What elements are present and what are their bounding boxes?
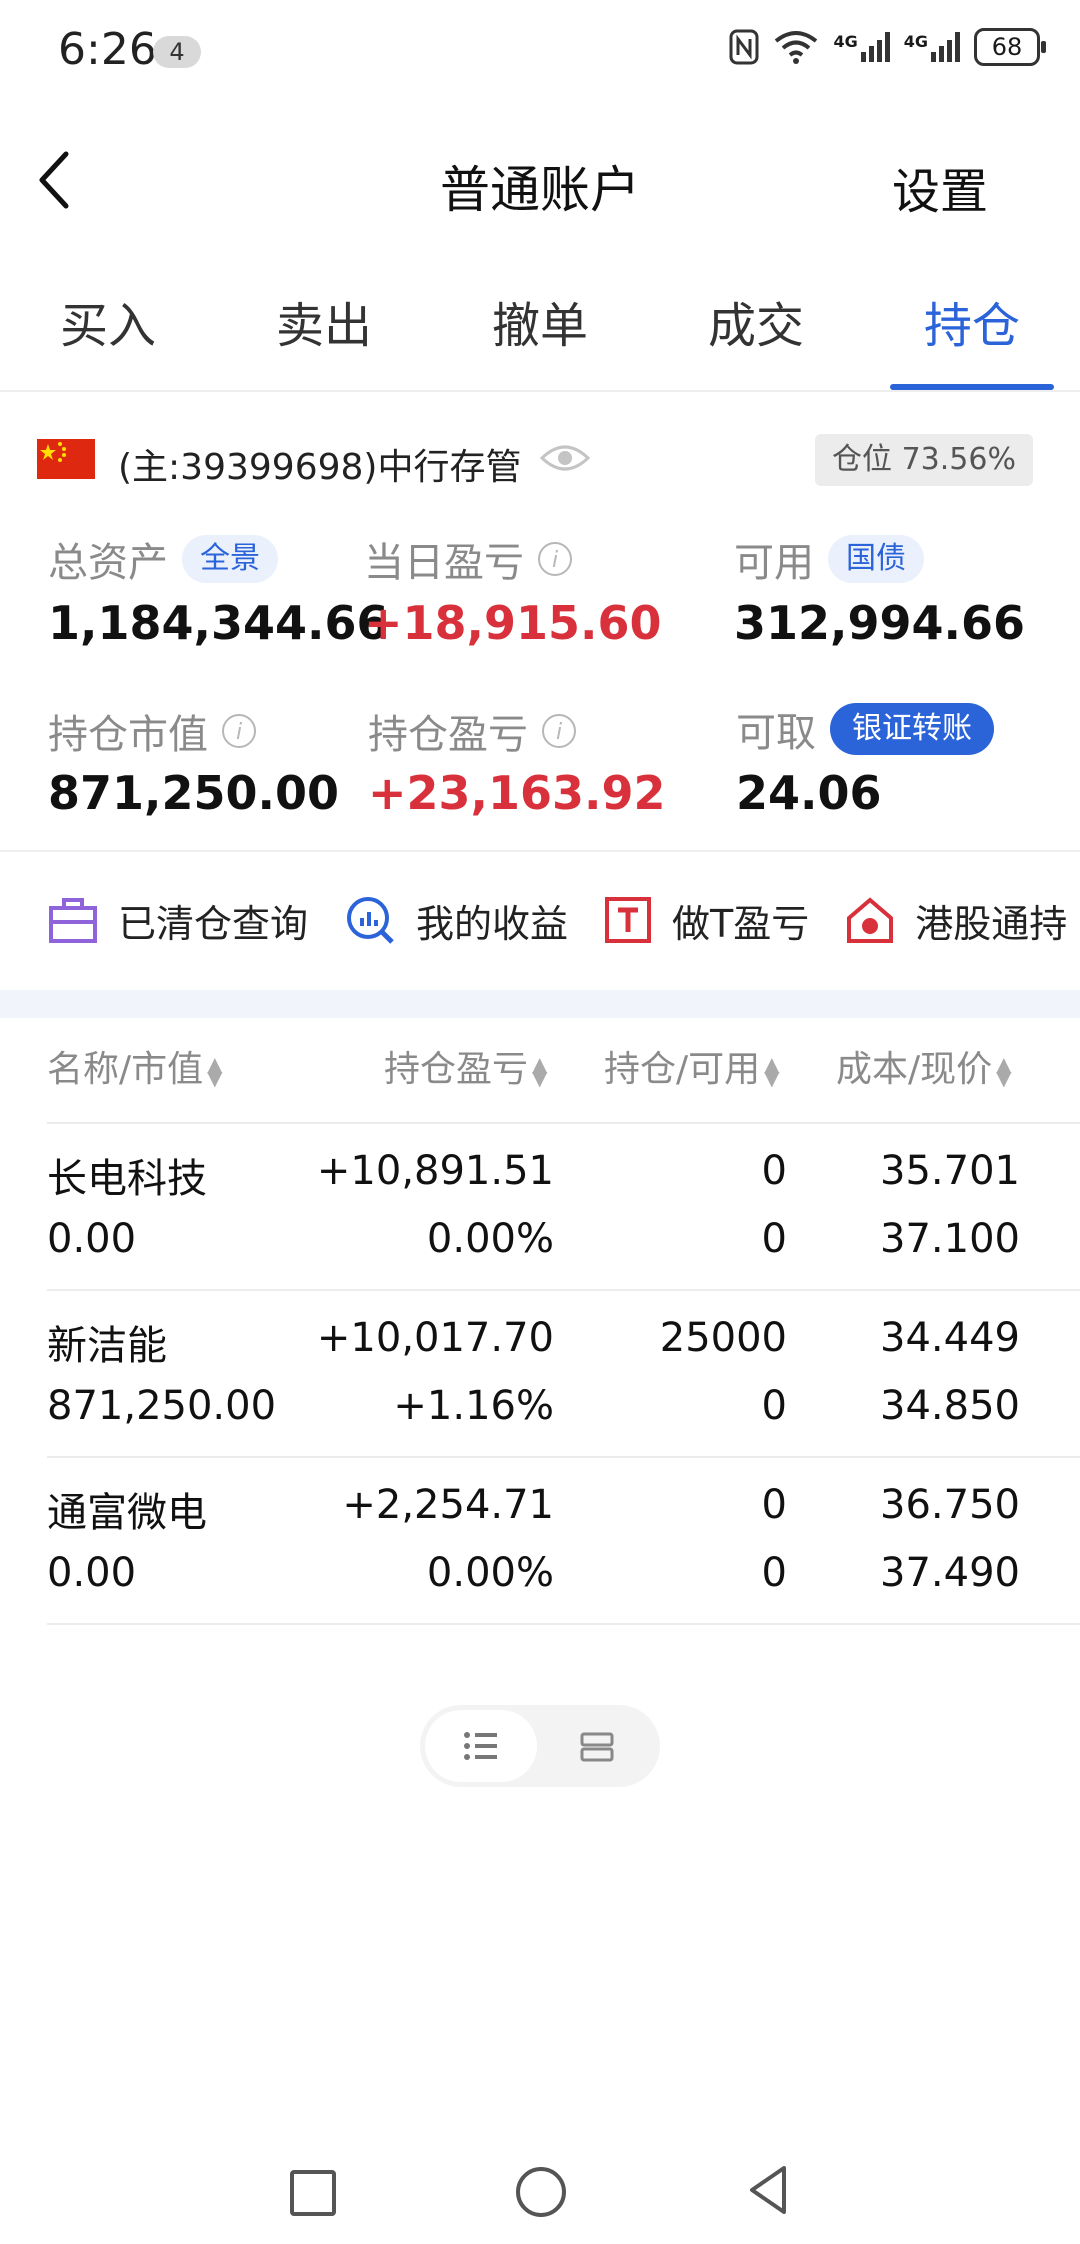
recent-apps-button[interactable] (290, 2170, 336, 2216)
list-icon (464, 1732, 497, 1760)
hk-flower-icon (847, 897, 894, 943)
chart-search-icon (347, 897, 394, 944)
column-header-holdings[interactable]: 持仓/可用 ▲ ▼ (604, 1040, 780, 1092)
info-icon[interactable]: i (542, 714, 576, 748)
briefcase-icon (49, 898, 97, 943)
withdrawable-value: 24.06 (736, 766, 882, 820)
china-flag-icon (37, 439, 95, 479)
sort-icon: ▲ ▼ (207, 1052, 223, 1090)
tab-deals[interactable]: 成交 (648, 290, 864, 390)
holding-pnl-label: 持仓盈亏 i (368, 702, 576, 760)
tab-buy[interactable]: 买入 (0, 290, 216, 390)
holding-pnl-percent: 0.00% (426, 1216, 554, 1262)
overview-button[interactable]: 全景 (182, 535, 278, 583)
market-value-value: 871,250.00 (48, 766, 340, 820)
table-row[interactable]: 长电科技 0.00 +10,891.51 0.00% 0 0 35.701 37… (0, 1124, 1080, 1290)
total-assets-label: 总资产 全景 (48, 530, 278, 588)
cost-price: 36.750 (880, 1482, 1020, 1528)
daily-pnl-label: 当日盈亏 i (364, 530, 572, 588)
table-row[interactable]: 通富微电 0.00 +2,254.71 0.00% 0 0 36.750 37.… (0, 1458, 1080, 1624)
tab-positions[interactable]: 持仓 (864, 290, 1080, 390)
cost-price: 35.701 (880, 1148, 1020, 1194)
available-value: 312,994.66 (734, 596, 1026, 650)
column-header-pnl[interactable]: 持仓盈亏 ▲ ▼ (384, 1040, 547, 1092)
available-qty: 0 (761, 1216, 787, 1262)
holding-pnl: +10,017.70 (316, 1315, 554, 1361)
market-value-label: 持仓市值 i (48, 702, 256, 760)
signal-2-icon: 4G (904, 32, 960, 62)
battery-icon: 68 (974, 28, 1046, 66)
info-icon[interactable]: i (222, 714, 256, 748)
list-view-button[interactable] (425, 1710, 537, 1782)
column-header-cost-price[interactable]: 成本/现价 ▲ ▼ (836, 1040, 1012, 1092)
column-header-name[interactable]: 名称/市值 ▲ ▼ (47, 1040, 223, 1092)
day-trade-pnl-link[interactable]: 做T盈亏 (604, 880, 809, 960)
card-view-button[interactable] (573, 1725, 629, 1769)
wifi-icon (775, 31, 818, 64)
current-price: 34.850 (880, 1383, 1020, 1429)
available-label: 可用 国债 (734, 530, 924, 588)
home-button[interactable] (516, 2167, 566, 2217)
holding-qty: 0 (761, 1482, 787, 1528)
total-assets-value: 1,184,344.66 (48, 596, 389, 650)
holding-pnl: +10,891.51 (316, 1148, 554, 1194)
market-value: 0.00 (47, 1550, 137, 1596)
sort-icon: ▲ ▼ (764, 1052, 780, 1090)
divider (0, 390, 1080, 392)
holding-pnl-value: +23,163.92 (368, 766, 666, 820)
holding-pnl: +2,254.71 (342, 1482, 554, 1528)
available-qty: 0 (761, 1383, 787, 1429)
cost-price: 34.449 (880, 1315, 1020, 1361)
holding-pnl-percent: +1.16% (393, 1383, 554, 1429)
tab-sell[interactable]: 卖出 (216, 290, 432, 390)
signal-1-icon: 4G (833, 32, 890, 62)
current-price: 37.100 (880, 1216, 1020, 1262)
divider (0, 850, 1080, 852)
quick-links: 已清仓查询 我的收益 做T盈亏 港股通持 (0, 880, 1080, 960)
bank-transfer-button[interactable]: 银证转账 (830, 703, 994, 755)
row-divider (47, 1623, 1080, 1625)
daily-pnl-value: +18,915.60 (364, 596, 662, 650)
notification-count-badge: 4 (153, 36, 201, 68)
position-ratio-badge: 仓位 73.56% (815, 434, 1033, 486)
my-earnings-link[interactable]: 我的收益 (344, 880, 568, 960)
table-row[interactable]: 新洁能 871,250.00 +10,017.70 +1.16% 25000 0… (0, 1291, 1080, 1457)
card-view-icon (580, 1732, 614, 1762)
account-label: (主:39399698)中行存管 (118, 447, 522, 488)
system-back-button[interactable] (746, 2164, 790, 2216)
t-box-icon (605, 897, 652, 943)
eye-icon[interactable] (540, 440, 590, 476)
info-icon[interactable]: i (538, 542, 572, 576)
settings-button[interactable]: 设置 (892, 152, 988, 222)
market-value: 871,250.00 (47, 1383, 277, 1429)
sort-icon: ▲ ▼ (532, 1052, 548, 1090)
hk-connect-link[interactable]: 港股通持 (845, 880, 1067, 960)
holding-pnl-percent: 0.00% (426, 1550, 554, 1596)
treasury-bond-button[interactable]: 国债 (828, 535, 924, 583)
cleared-positions-link[interactable]: 已清仓查询 (48, 880, 308, 960)
withdrawable-label: 可取 银证转账 (736, 700, 994, 758)
trade-tabs: 买入 卖出 撤单 成交 持仓 (0, 290, 1080, 390)
stock-name: 新洁能 (47, 1323, 167, 1369)
market-value: 0.00 (47, 1216, 137, 1262)
nfc-icon (729, 29, 759, 65)
status-icons: 4G 4G 68 (729, 28, 1046, 66)
status-time: 6:26 (58, 24, 157, 75)
holding-qty: 0 (761, 1148, 787, 1194)
holding-qty: 25000 (659, 1315, 787, 1361)
stock-name: 通富微电 (47, 1490, 207, 1536)
tab-cancel[interactable]: 撤单 (432, 290, 648, 390)
available-qty: 0 (761, 1550, 787, 1596)
sort-icon: ▲ ▼ (996, 1052, 1012, 1090)
stock-name: 长电科技 (47, 1156, 207, 1202)
current-price: 37.490 (880, 1550, 1020, 1596)
section-separator (0, 990, 1080, 1018)
